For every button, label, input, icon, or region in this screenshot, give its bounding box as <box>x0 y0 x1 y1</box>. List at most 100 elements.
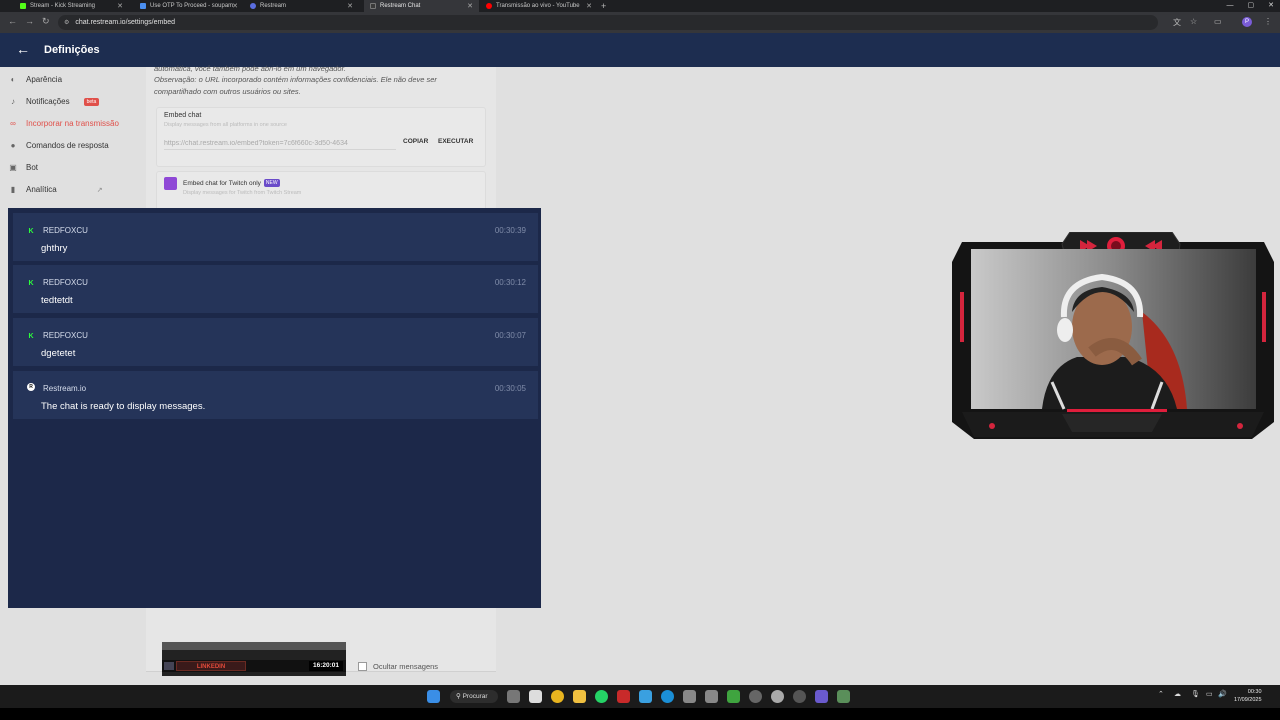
tab-label: Restream <box>260 3 287 9</box>
restream-chat-icon <box>370 3 376 9</box>
new-tab-button[interactable]: + <box>601 0 606 12</box>
clock-date: 17/09/2025 <box>1234 697 1262 703</box>
windows-taskbar: ⚲ Procurar ⌃ ☁ 🎙 ▭ 🔊 00:30 17/09/2025 <box>0 685 1280 708</box>
minimize-icon[interactable]: — <box>1227 0 1234 12</box>
chevron-up-icon[interactable]: ⌃ <box>1158 690 1164 698</box>
notepad-icon[interactable] <box>639 690 652 703</box>
message-author: REDFOXCU <box>43 331 88 340</box>
site-info-icon[interactable]: ⚙ <box>64 19 69 26</box>
profile-avatar[interactable]: P <box>1242 17 1252 27</box>
chat-message: K REDFOXCU 00:30:39 ghthry <box>13 213 538 261</box>
close-icon[interactable]: ✕ <box>467 2 473 10</box>
chat-message: K REDFOXCU 00:30:12 tedtetdt <box>13 265 538 313</box>
kick-icon: K <box>28 279 34 287</box>
tab-youtube[interactable]: Transmissão ao vivo - YouTube ✕ <box>480 0 598 12</box>
external-link-icon: ↗ <box>96 186 103 194</box>
side-panel-icon[interactable]: ▭ <box>1214 17 1222 26</box>
volume-icon[interactable]: 🔊 <box>1218 690 1227 698</box>
app-header: ← Definições <box>0 33 1280 67</box>
taskbar-search[interactable]: ⚲ Procurar <box>450 690 498 703</box>
close-window-icon[interactable]: ✕ <box>1268 0 1274 12</box>
file-explorer-icon[interactable] <box>573 690 586 703</box>
search-icon: ⚲ <box>456 693 463 700</box>
edge-icon[interactable] <box>661 690 674 703</box>
browser-tab-bar: Stream - Kick Streaming ✕ Use OTP To Pro… <box>0 0 1280 12</box>
overlay-preview: LINKEDIN 16:20:01 <box>162 642 346 676</box>
back-icon[interactable]: ← <box>8 16 17 26</box>
close-icon[interactable]: ✕ <box>232 2 238 10</box>
window-controls: — ▢ ✕ <box>1227 0 1275 12</box>
task-view-icon[interactable] <box>507 690 520 703</box>
app-icon[interactable] <box>683 690 696 703</box>
tab-kick-streaming[interactable]: Stream - Kick Streaming ✕ <box>14 0 129 12</box>
close-icon[interactable]: ✕ <box>347 2 353 10</box>
tab-label: Transmissão ao vivo - YouTube <box>496 3 580 9</box>
app-icon[interactable] <box>837 690 850 703</box>
close-icon[interactable]: ✕ <box>586 2 592 10</box>
widgets-icon[interactable] <box>529 690 542 703</box>
tab-restream[interactable]: Restream ✕ <box>244 0 359 12</box>
network-icon[interactable]: ▭ <box>1206 690 1213 698</box>
embed-chat-title: Embed chat <box>164 112 202 119</box>
preview-logo <box>164 662 174 670</box>
microphone-icon[interactable]: 🎙 <box>1191 690 1200 698</box>
sidebar-item-analytics[interactable]: ▮ Analítica ↗ <box>8 185 103 194</box>
page-title: Definições <box>44 44 100 56</box>
hide-messages-checkbox[interactable] <box>358 662 367 671</box>
sidebar-item-label: Analítica <box>26 185 57 194</box>
back-arrow-icon[interactable]: ← <box>16 41 30 57</box>
tab-label: Restream Chat <box>380 3 421 9</box>
message-text: ghthry <box>41 243 68 254</box>
twitch-embed-title-text: Embed chat for Twitch only <box>183 179 261 187</box>
bell-icon: ♪ <box>11 97 15 106</box>
whatsapp-icon[interactable] <box>595 690 608 703</box>
sidebar-item-appearance[interactable]: ◐ Aparência <box>8 75 62 84</box>
message-text: The chat is ready to display messages. <box>41 401 206 412</box>
chat-overlay: K REDFOXCU 00:30:39 ghthry K REDFOXCU 00… <box>8 208 541 608</box>
beta-badge: beta <box>83 97 100 106</box>
chat-message: K REDFOXCU 00:30:07 dgetetet <box>13 318 538 366</box>
message-author: REDFOXCU <box>43 278 88 287</box>
kick-icon <box>20 3 26 9</box>
address-bar[interactable]: ⚙ chat.restream.io/settings/embed <box>58 15 1158 30</box>
preview-platform-label: LINKEDIN <box>176 661 246 671</box>
cloud-icon[interactable]: ☁ <box>1174 690 1181 698</box>
embed-url-field[interactable] <box>164 138 396 150</box>
screen-bottom-border <box>0 708 1280 720</box>
sidebar-item-notifications[interactable]: ♪ Notificações beta <box>8 97 100 106</box>
bookmark-star-icon[interactable]: ☆ <box>1190 17 1197 26</box>
translate-icon[interactable]: 文 <box>1173 17 1181 28</box>
tab-restream-chat[interactable]: Restream Chat ✕ <box>364 0 479 12</box>
embed-chat-card: Embed chat Display messages from all pla… <box>156 107 486 167</box>
chrome-icon[interactable] <box>551 690 564 703</box>
app-icon[interactable] <box>793 690 806 703</box>
execute-button[interactable]: EXECUTAR <box>438 138 473 145</box>
taskbar-clock[interactable]: 00:30 17/09/2025 <box>1234 688 1262 704</box>
xbox-icon[interactable] <box>727 690 740 703</box>
discord-icon[interactable] <box>815 690 828 703</box>
kick-icon: K <box>28 332 34 340</box>
copy-button[interactable]: COPIAR <box>403 138 428 145</box>
maximize-icon[interactable]: ▢ <box>1248 0 1255 12</box>
restream-icon: R <box>27 383 35 391</box>
reload-icon[interactable]: ↻ <box>42 16 50 27</box>
media-app-icon[interactable] <box>617 690 630 703</box>
message-time: 00:30:07 <box>494 331 526 340</box>
close-icon[interactable]: ✕ <box>117 2 123 10</box>
obs-icon[interactable] <box>771 690 784 703</box>
twitch-embed-title: Embed chat for Twitch only NEW <box>183 179 280 187</box>
start-windows-icon[interactable] <box>427 690 440 703</box>
menu-kebab-icon[interactable]: ⋮ <box>1264 17 1272 26</box>
message-text: dgetetet <box>41 348 76 359</box>
kick-icon: K <box>28 227 34 235</box>
browser-toolbar: ← → ↻ ⚙ chat.restream.io/settings/embed … <box>0 12 1280 33</box>
media-player-icon[interactable] <box>749 690 762 703</box>
sidebar-item-commands[interactable]: ● Comandos de resposta <box>8 141 109 150</box>
twitch-embed-subtitle: Display messages for Twitch from Twitch … <box>183 190 302 196</box>
sidebar-item-bot[interactable]: ▣ Bot <box>8 163 38 172</box>
tab-otp[interactable]: Use OTP To Proceed - soupam ✕ <box>134 0 244 12</box>
sidebar-item-embed[interactable]: ∞ Incorporar na transmissão <box>8 119 119 128</box>
preview-time: 16:20:01 <box>308 661 343 671</box>
app-icon[interactable] <box>705 690 718 703</box>
forward-icon[interactable]: → <box>25 16 34 26</box>
